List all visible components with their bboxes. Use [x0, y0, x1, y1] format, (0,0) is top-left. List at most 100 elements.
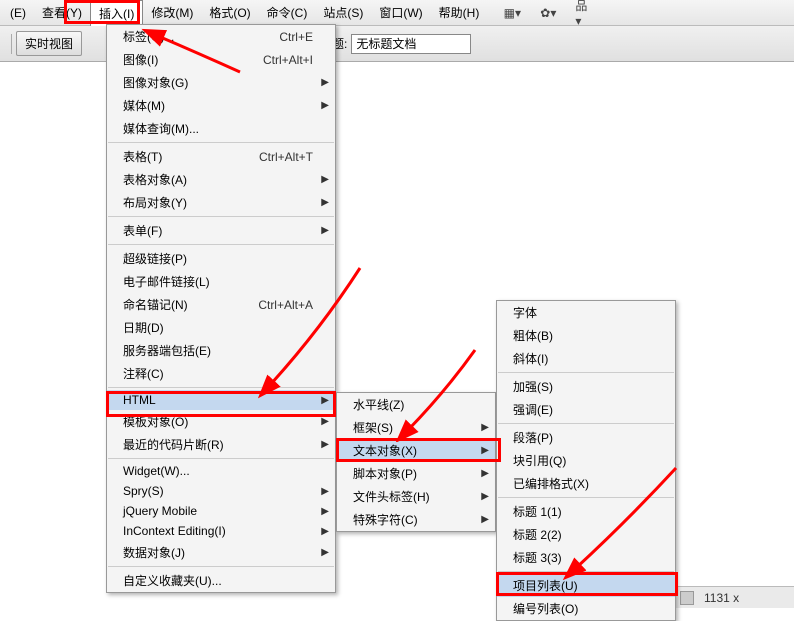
menu-item[interactable]: 强调(E) — [497, 398, 675, 421]
live-view-button[interactable]: 实时视图 — [16, 31, 82, 56]
menu-item-label: 段落(P) — [513, 429, 553, 446]
menu-item[interactable]: 模板对象(O)▶ — [107, 410, 335, 433]
menu-item-label: 标题 3(3) — [513, 549, 562, 566]
menu-insert[interactable]: 插入(I) — [90, 0, 143, 26]
submenu-arrow-icon: ▶ — [321, 174, 329, 185]
submenu-arrow-icon: ▶ — [481, 468, 489, 479]
menu-item-label: 图像对象(G) — [123, 74, 188, 91]
submenu-arrow-icon: ▶ — [481, 491, 489, 502]
menu-item-label: 强调(E) — [513, 401, 553, 418]
menu-item[interactable]: 文件头标签(H) ▶ — [337, 485, 495, 508]
menu-item-label: 粗体(B) — [513, 327, 553, 344]
menu-item[interactable]: 块引用(Q) — [497, 449, 675, 472]
menu-item-label: Widget(W)... — [123, 464, 190, 478]
submenu-arrow-icon: ▶ — [321, 439, 329, 450]
menu-item[interactable]: 布局对象(Y)▶ — [107, 191, 335, 214]
menu-item-label: 超级链接(P) — [123, 250, 187, 267]
html-submenu-dropdown: 水平线(Z)框架(S)▶文本对象(X)▶脚本对象(P)▶文件头标签(H)▶特殊字… — [336, 392, 496, 532]
menu-item[interactable]: 电子邮件链接(L) — [107, 270, 335, 293]
menu-item[interactable]: 自定义收藏夹(U)... — [107, 569, 335, 592]
menu-item[interactable]: 特殊字符(C) ▶ — [337, 508, 495, 531]
menu-item[interactable]: 表格(T)Ctrl+Alt+T — [107, 145, 335, 168]
menu-item[interactable]: 水平线(Z) — [337, 393, 495, 416]
menu-item[interactable]: 已编排格式(X) — [497, 472, 675, 495]
menu-item-label: 文本对象(X) — [353, 442, 417, 459]
menu-window[interactable]: 窗口(W) — [371, 0, 430, 25]
menu-item[interactable]: 表单(F)▶ — [107, 219, 335, 242]
menu-help[interactable]: 帮助(H) — [431, 0, 488, 25]
menu-separator — [108, 216, 334, 217]
menu-item[interactable]: HTML▶ — [107, 390, 335, 410]
menu-format[interactable]: 格式(O) — [201, 0, 258, 25]
menu-item[interactable]: jQuery Mobile▶ — [107, 501, 335, 521]
menu-item-label: 布局对象(Y) — [123, 194, 187, 211]
menu-item-label: 媒体(M) — [123, 97, 165, 114]
menu-item-label: 表格对象(A) — [123, 171, 187, 188]
layout-icon[interactable]: ▦▾ — [503, 4, 521, 22]
menu-item-label: 表单(F) — [123, 222, 162, 239]
menu-item[interactable]: 粗体(B) — [497, 324, 675, 347]
menu-item-label: 文件头标签(H) — [353, 488, 430, 505]
menu-separator — [498, 423, 674, 424]
menu-item[interactable]: Widget(W)... — [107, 461, 335, 481]
menu-shortcut: Ctrl+Alt+I — [263, 53, 313, 67]
menu-item-label: 加强(S) — [513, 378, 553, 395]
menu-item-label: 电子邮件链接(L) — [123, 273, 210, 290]
menu-item-label: 数据对象(J) — [123, 544, 185, 561]
menu-modify[interactable]: 修改(M) — [143, 0, 201, 25]
gear-icon[interactable]: ✿▾ — [539, 4, 557, 22]
submenu-arrow-icon: ▶ — [321, 395, 329, 406]
menu-item[interactable]: 标签(G)...Ctrl+E — [107, 25, 335, 48]
text-objects-submenu-dropdown: 字体粗体(B) 斜体(I) 加强(S) 强调(E) 段落(P) 块引用(Q)已编排格式(X… — [496, 300, 676, 621]
menu-item-label: 脚本对象(P) — [353, 465, 417, 482]
menu-item[interactable]: 图像对象(G)▶ — [107, 71, 335, 94]
menu-item-label: 注释(C) — [123, 365, 164, 382]
title-input[interactable] — [351, 34, 471, 54]
menu-commands[interactable]: 命令(C) — [259, 0, 316, 25]
menu-separator — [108, 142, 334, 143]
dimensions-label: 1131 x — [704, 591, 739, 605]
menu-item[interactable]: 文本对象(X)▶ — [337, 439, 495, 462]
menu-item-label: 模板对象(O) — [123, 413, 188, 430]
submenu-arrow-icon: ▶ — [481, 514, 489, 525]
menu-item-label: 字体 — [513, 304, 537, 321]
menu-item[interactable]: 最近的代码片断(R)▶ — [107, 433, 335, 456]
menu-item[interactable]: 超级链接(P) — [107, 247, 335, 270]
submenu-arrow-icon: ▶ — [321, 506, 329, 517]
status-icon-3[interactable] — [680, 591, 694, 605]
submenu-arrow-icon: ▶ — [481, 422, 489, 433]
menu-item[interactable]: 表格对象(A) ▶ — [107, 168, 335, 191]
menu-item[interactable]: 日期(D) — [107, 316, 335, 339]
menu-item[interactable]: 数据对象(J)▶ — [107, 541, 335, 564]
menu-item[interactable]: 标题 2(2) — [497, 523, 675, 546]
menu-item[interactable]: 框架(S)▶ — [337, 416, 495, 439]
menu-item[interactable]: 斜体(I) — [497, 347, 675, 370]
menu-item[interactable]: 命名锚记(N)Ctrl+Alt+A — [107, 293, 335, 316]
submenu-arrow-icon: ▶ — [321, 526, 329, 537]
menu-site[interactable]: 站点(S) — [315, 0, 371, 25]
menu-e[interactable]: (E) — [2, 2, 34, 24]
menu-item[interactable]: InContext Editing(I)▶ — [107, 521, 335, 541]
menu-separator — [498, 372, 674, 373]
menu-item[interactable]: 标题 3(3) — [497, 546, 675, 569]
menu-item[interactable]: 标题 1(1) — [497, 500, 675, 523]
menu-item[interactable]: Spry(S)▶ — [107, 481, 335, 501]
menu-item[interactable]: 项目列表(U) — [497, 574, 675, 597]
menu-item[interactable]: 注释(C) — [107, 362, 335, 385]
sitemap-icon[interactable]: 品▾ — [575, 4, 593, 22]
menu-view[interactable]: 查看(Y) — [34, 0, 90, 25]
menu-item-label: 标签(G)... — [123, 28, 174, 45]
menu-item[interactable]: 脚本对象(P) ▶ — [337, 462, 495, 485]
menu-item[interactable]: 媒体查询(M)... — [107, 117, 335, 140]
menu-item[interactable]: 媒体(M)▶ — [107, 94, 335, 117]
menu-item-label: 特殊字符(C) — [353, 511, 418, 528]
menu-item[interactable]: 加强(S) — [497, 375, 675, 398]
menu-item-label: 命名锚记(N) — [123, 296, 188, 313]
menu-item[interactable]: 图像(I)Ctrl+Alt+I — [107, 48, 335, 71]
menu-item[interactable]: 字体 — [497, 301, 675, 324]
menu-item[interactable]: 编号列表(O) — [497, 597, 675, 620]
menu-item[interactable]: 段落(P) — [497, 426, 675, 449]
menu-item[interactable]: 服务器端包括(E) — [107, 339, 335, 362]
menu-separator — [108, 387, 334, 388]
menu-separator — [498, 571, 674, 572]
